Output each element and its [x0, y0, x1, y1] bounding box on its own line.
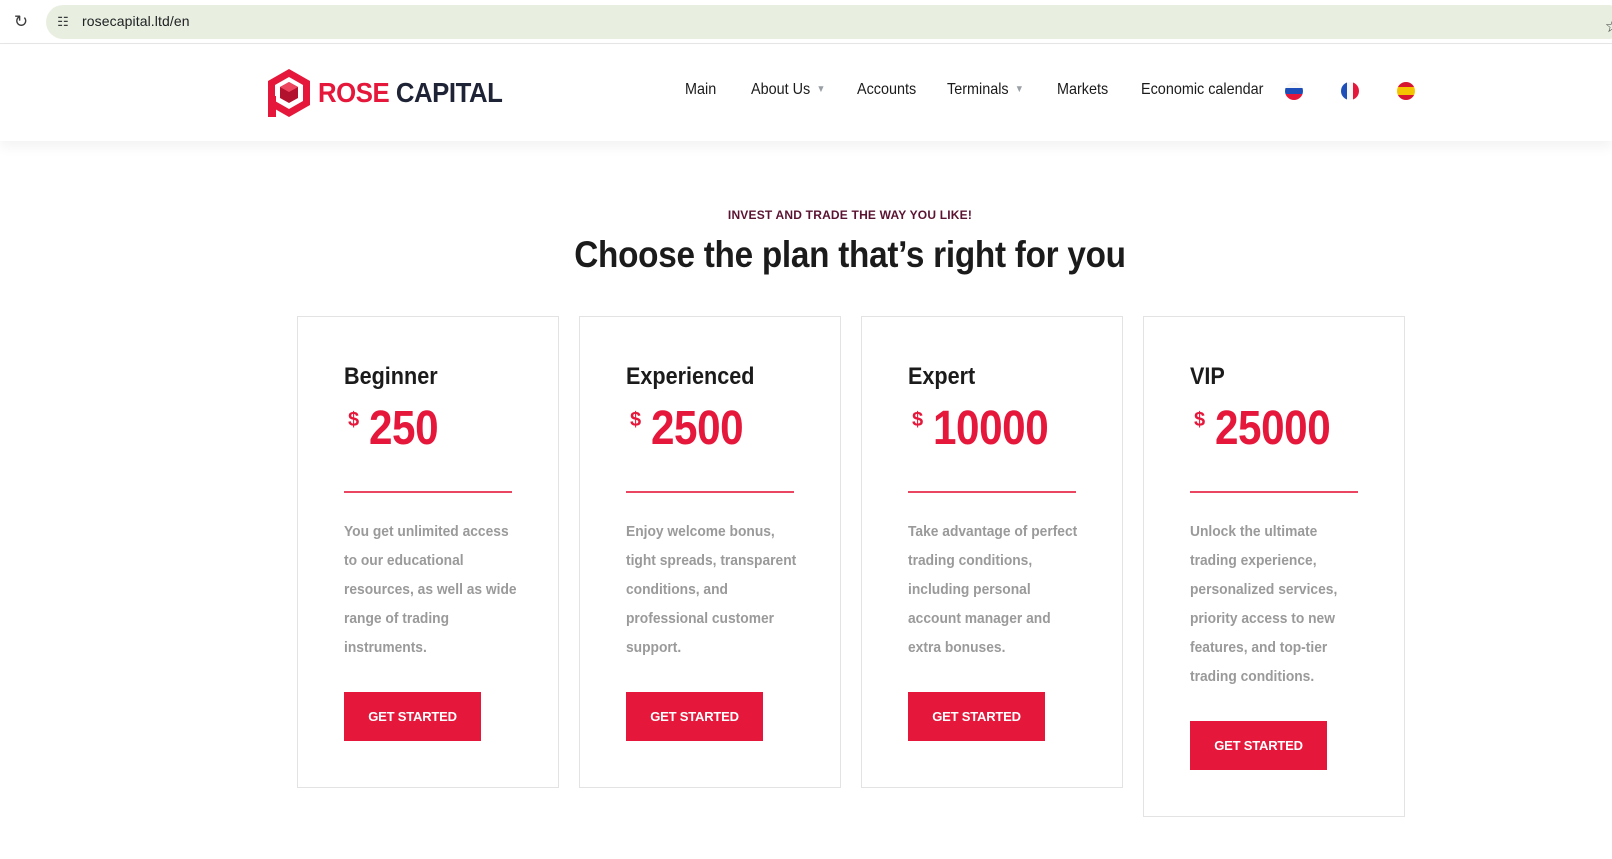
- get-started-button[interactable]: GET STARTED: [908, 692, 1045, 741]
- plan-price: $ 10000: [912, 405, 1064, 453]
- spain-flag-icon[interactable]: [1397, 82, 1415, 100]
- plan-price: $ 250: [348, 405, 448, 453]
- russia-flag-icon[interactable]: [1285, 82, 1303, 100]
- address-bar[interactable]: ☷ rosecapital.ltd/en ☆: [46, 5, 1612, 39]
- site-info-icon[interactable]: ☷: [54, 13, 72, 31]
- browser-toolbar: ↻ ☷ rosecapital.ltd/en ☆: [0, 0, 1612, 44]
- price-amount: 10000: [933, 402, 1049, 455]
- nav-item-markets[interactable]: Markets: [1057, 81, 1108, 99]
- nav-label: Terminals: [947, 81, 1009, 98]
- currency-symbol: $: [912, 409, 924, 431]
- plan-description: Enjoy welcome bonus, tight spreads, tran…: [626, 523, 797, 656]
- currency-symbol: $: [630, 409, 642, 431]
- logo-word-capital: CAPITAL: [395, 77, 503, 108]
- caret-down-icon: ▼: [1014, 84, 1024, 95]
- nav-item-about-us[interactable]: About Us ▼: [751, 81, 825, 99]
- caret-down-icon: ▼: [816, 84, 826, 95]
- nav-item-economic-calendar[interactable]: Economic calendar: [1141, 81, 1263, 99]
- nav-label: Main: [685, 81, 717, 98]
- section-eyebrow: INVEST AND TRADE THE WAY YOU LIKE!: [727, 208, 973, 222]
- nav-item-main[interactable]: Main: [685, 81, 716, 99]
- divider: [344, 491, 512, 493]
- france-flag-icon[interactable]: [1341, 82, 1359, 100]
- price-amount: 250: [369, 402, 439, 455]
- reload-icon[interactable]: ↻: [10, 11, 32, 33]
- rose-capital-logo-icon: [268, 69, 310, 117]
- plan-card-expert: Expert $ 10000 Take advantage of perfect…: [861, 316, 1123, 788]
- url-text[interactable]: rosecapital.ltd/en: [82, 13, 190, 29]
- get-started-button[interactable]: GET STARTED: [344, 692, 481, 741]
- nav-label: Markets: [1057, 81, 1109, 98]
- nav-label: About Us: [751, 81, 811, 98]
- get-started-button[interactable]: GET STARTED: [1190, 721, 1327, 770]
- divider: [908, 491, 1076, 493]
- site-header: ROSE CAPITAL Main About Us ▼ Accounts Ter…: [0, 45, 1612, 141]
- plan-name: Expert: [908, 363, 976, 390]
- plan-card-beginner: Beginner $ 250 You get unlimited access …: [297, 316, 559, 788]
- logo[interactable]: ROSE CAPITAL: [266, 67, 518, 119]
- plan-name: Experienced: [626, 363, 755, 390]
- nav-item-terminals[interactable]: Terminals ▼: [947, 81, 1024, 99]
- logo-word-rose: ROSE: [318, 77, 390, 108]
- price-amount: 2500: [651, 402, 744, 455]
- star-icon[interactable]: ☆: [1605, 17, 1612, 37]
- logo-text: ROSE CAPITAL: [318, 77, 503, 109]
- currency-symbol: $: [348, 409, 360, 431]
- plan-name: VIP: [1190, 363, 1225, 390]
- currency-symbol: $: [1194, 409, 1206, 431]
- get-started-button[interactable]: GET STARTED: [626, 692, 763, 741]
- plan-description: Take advantage of perfect trading condit…: [908, 523, 1078, 656]
- plan-price: $ 25000: [1194, 405, 1346, 453]
- plan-card-vip: VIP $ 25000 Unlock the ultimate trading …: [1143, 316, 1405, 817]
- plan-card-experienced: Experienced $ 2500 Enjoy welcome bonus, …: [579, 316, 841, 788]
- plan-name: Beginner: [344, 363, 438, 390]
- divider: [626, 491, 794, 493]
- divider: [1190, 491, 1358, 493]
- price-amount: 25000: [1215, 402, 1331, 455]
- plan-price: $ 2500: [630, 405, 756, 453]
- plan-description: You get unlimited access to our educatio…: [344, 523, 517, 656]
- page-title: Choose the plan that’s right for you: [574, 234, 1126, 275]
- nav-item-accounts[interactable]: Accounts: [857, 81, 916, 99]
- nav-label: Economic calendar: [1141, 81, 1264, 98]
- plan-description: Unlock the ultimate trading experience, …: [1190, 523, 1338, 685]
- nav-label: Accounts: [857, 81, 917, 98]
